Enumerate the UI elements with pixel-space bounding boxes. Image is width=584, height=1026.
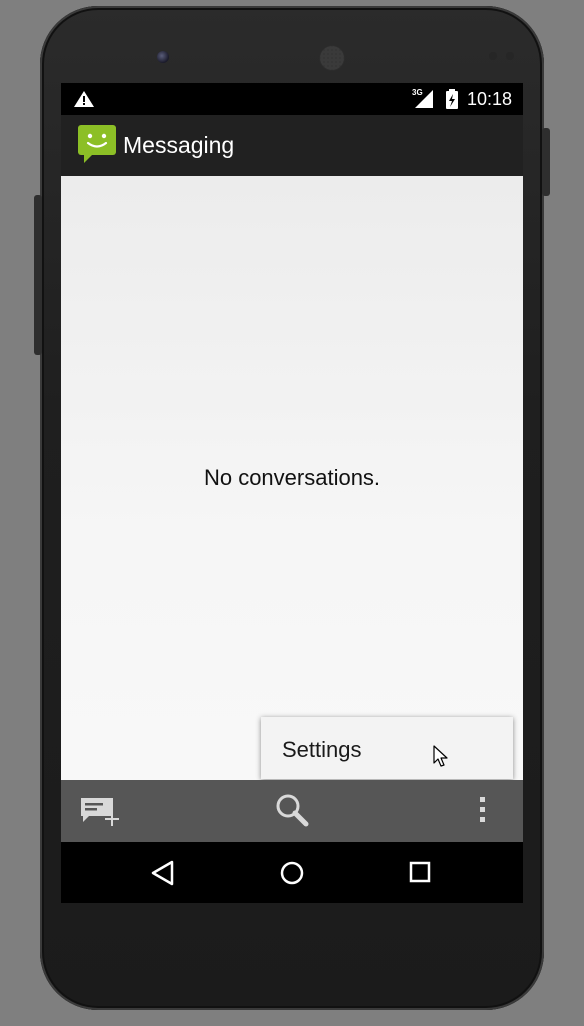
action-bar: Messaging (61, 115, 523, 176)
status-bar: 3G 10:18 (61, 83, 523, 115)
front-camera (157, 51, 169, 63)
compose-new-icon[interactable] (79, 794, 121, 828)
warning-icon (74, 91, 94, 107)
network-type-label: 3G (412, 88, 423, 97)
power-button[interactable] (542, 128, 550, 196)
home-icon[interactable] (278, 859, 306, 887)
navigation-bar (61, 842, 523, 903)
device-screen: 3G 10:18 Messaging No conversations. Set… (61, 83, 523, 903)
back-icon[interactable] (148, 859, 178, 887)
volume-button[interactable] (34, 195, 42, 355)
menu-item-settings[interactable]: Settings (261, 717, 513, 779)
empty-state-text: No conversations. (203, 465, 381, 490)
conversation-list: No conversations. (61, 176, 523, 780)
proximity-sensor (489, 52, 497, 60)
status-time: 10:18 (467, 89, 513, 109)
overflow-popup-menu: Settings (261, 717, 513, 779)
overflow-menu-icon[interactable] (477, 794, 487, 824)
menu-item-label: Settings (282, 737, 362, 762)
battery-icon (446, 89, 458, 109)
recent-apps-icon[interactable] (407, 859, 433, 885)
earpiece-speaker (320, 46, 344, 70)
messaging-app-icon[interactable] (78, 125, 116, 165)
mouse-cursor-icon (433, 745, 448, 767)
split-action-bar (61, 780, 523, 842)
light-sensor (506, 52, 514, 60)
search-icon[interactable] (273, 791, 311, 829)
app-title: Messaging (123, 132, 235, 158)
